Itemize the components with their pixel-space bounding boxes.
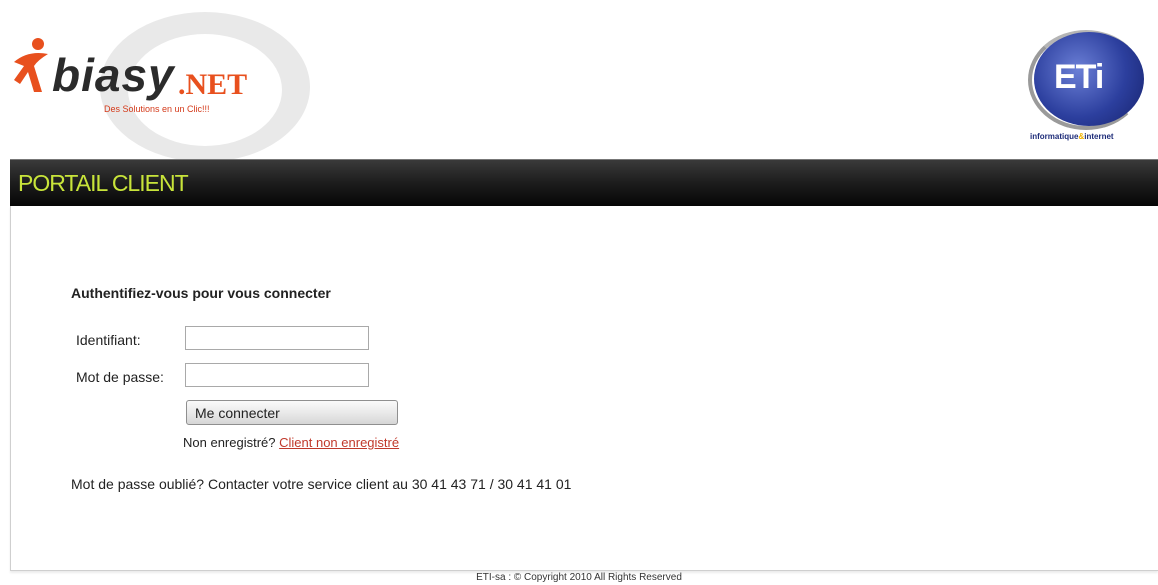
login-button[interactable]: Me connecter (186, 400, 398, 425)
forgot-password-text: Mot de passe oublié? Contacter votre ser… (71, 476, 572, 492)
biasy-logo[interactable]: biasy .NET Des Solutions en un Clic!!! (8, 36, 268, 116)
eti-wordmark: ETi (1054, 58, 1104, 96)
biasy-wordmark: biasy (52, 49, 175, 101)
login-heading: Authentifiez-vous pour vous connecter (71, 285, 331, 301)
page-header: biasy .NET Des Solutions en un Clic!!! E… (0, 0, 1158, 162)
eti-caption: informatique&internet (1030, 132, 1114, 141)
net-suffix: .NET (178, 68, 248, 101)
portal-title-bar: PORTAIL CLIENT (10, 159, 1158, 207)
not-registered-line: Non enregistré? Client non enregistré (183, 435, 399, 450)
page-title: PORTAIL CLIENT (18, 170, 189, 196)
login-panel: Authentifiez-vous pour vous connecter Id… (10, 206, 1158, 571)
username-input[interactable] (185, 326, 369, 350)
not-registered-text: Non enregistré? (183, 435, 276, 450)
footer-copyright: ETI-sa : © Copyright 2010 All Rights Res… (476, 572, 682, 583)
person-figure-icon (14, 38, 48, 92)
password-label: Mot de passe: (76, 369, 164, 385)
biasy-tagline: Des Solutions en un Clic!!! (104, 104, 210, 114)
password-input[interactable] (185, 363, 369, 387)
username-label: Identifiant: (76, 332, 141, 348)
eti-logo[interactable]: ETi informatique&internet (1028, 28, 1158, 152)
unregistered-client-link[interactable]: Client non enregistré (279, 435, 399, 450)
